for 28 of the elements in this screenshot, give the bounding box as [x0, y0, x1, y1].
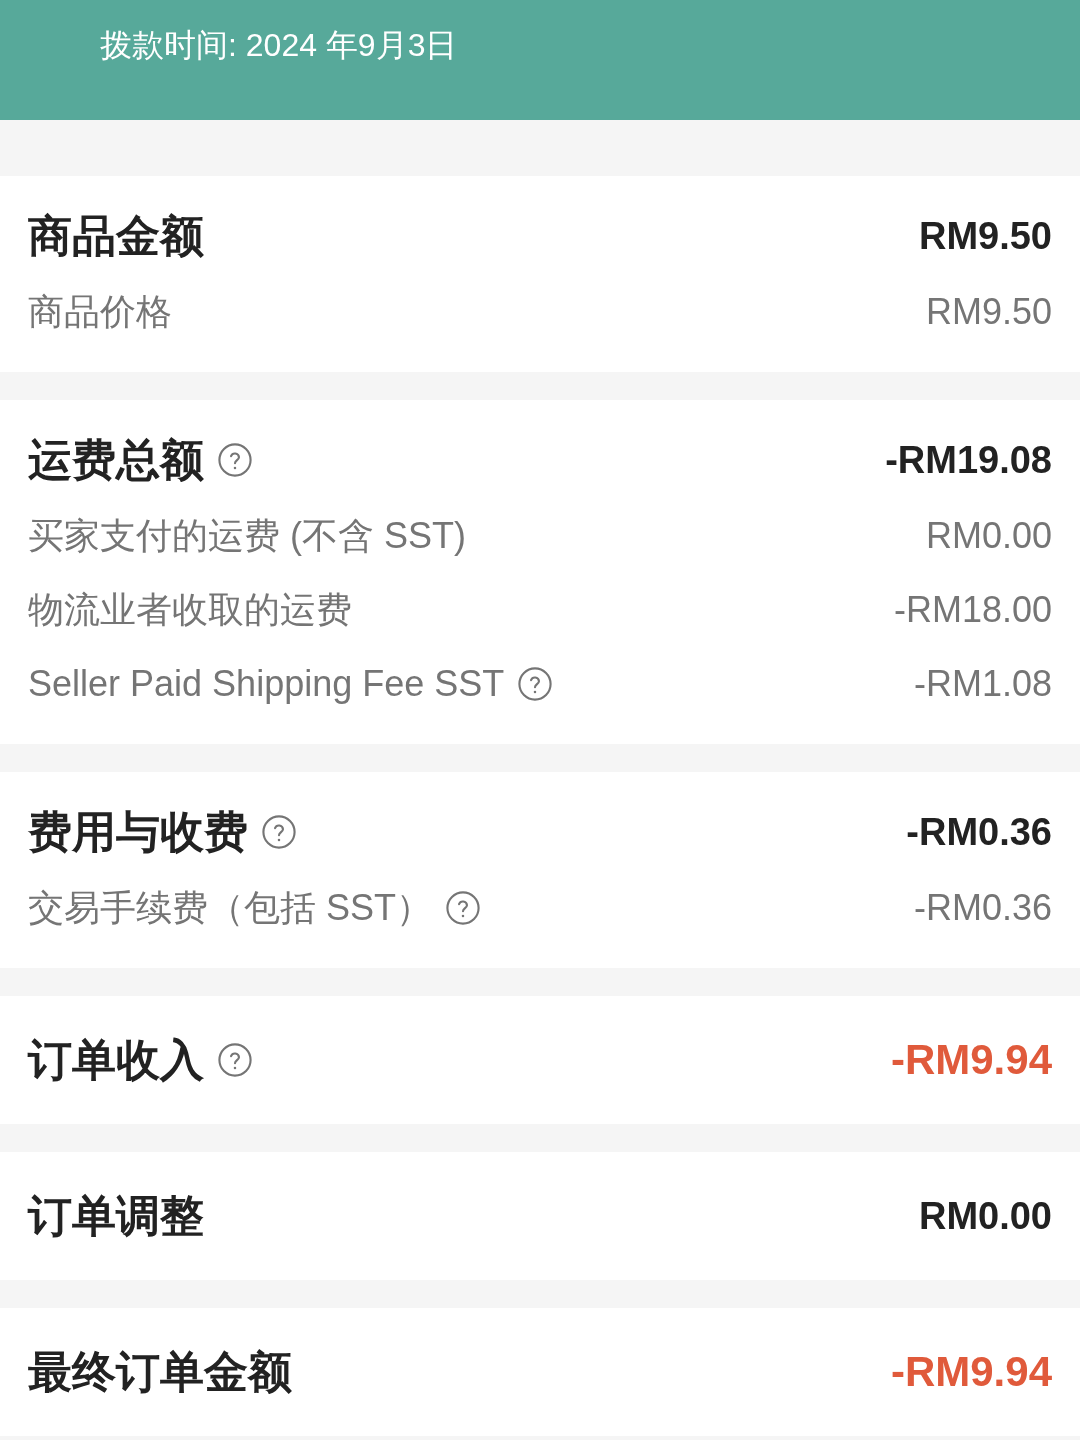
payout-date-text: 拨款时间: 2024 年9月3日 [100, 27, 458, 63]
help-icon[interactable] [218, 443, 252, 477]
row-label: 买家支付的运费 (不含 SST) [28, 514, 466, 558]
row-amount: -RM1.08 [913, 662, 1052, 706]
section-amount: -RM9.94 [890, 1036, 1052, 1084]
section-title: 商品金额 [28, 212, 204, 260]
section-amount: RM9.50 [918, 214, 1052, 259]
row-label: 交易手续费（包括 SST） [28, 886, 432, 930]
section-title: 费用与收费 [28, 808, 248, 856]
row-amount: -RM18.00 [893, 588, 1052, 632]
section-amount: -RM9.94 [890, 1348, 1052, 1396]
help-icon[interactable] [262, 815, 296, 849]
help-icon[interactable] [218, 1043, 252, 1077]
section-title: 订单调整 [28, 1192, 204, 1240]
section-amount: -RM19.08 [885, 438, 1052, 483]
help-icon[interactable] [518, 667, 553, 701]
row-label: 物流业者收取的运费 [28, 588, 352, 632]
section-amount: -RM0.36 [906, 810, 1052, 855]
row-amount: RM9.50 [925, 290, 1052, 334]
section-amount: RM0.00 [918, 1194, 1052, 1239]
row-label: 商品价格 [28, 290, 172, 334]
row-label: Seller Paid Shipping Fee SST [28, 662, 505, 706]
section-title: 最终订单金额 [28, 1348, 292, 1396]
section-title: 运费总额 [28, 436, 204, 484]
help-icon[interactable] [446, 891, 480, 925]
row-amount: RM0.00 [925, 514, 1052, 558]
row-amount: -RM0.36 [913, 886, 1052, 930]
section-title: 订单收入 [28, 1036, 204, 1084]
